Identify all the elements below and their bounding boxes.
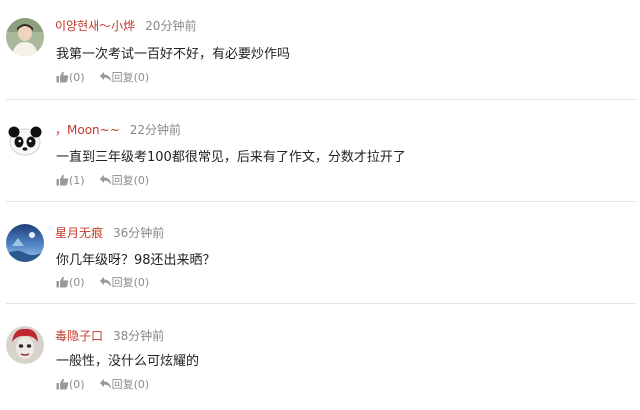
reply-arrow-icon bbox=[99, 379, 111, 389]
timestamp: 22分钟前 bbox=[129, 123, 182, 137]
reply-button[interactable]: 回复(0) bbox=[99, 70, 150, 86]
reply-count: (0) bbox=[133, 378, 150, 391]
comment-text: 你几年级呀？98还出来晒？ bbox=[56, 253, 216, 268]
reply-count: (0) bbox=[133, 71, 150, 84]
reply-arrow-icon bbox=[99, 277, 111, 287]
comment-text: 一直到三年级考100都很常见，后来有了作文，分数才拉开了 bbox=[56, 150, 406, 165]
comment-actions: (0) 回复(0) bbox=[56, 70, 149, 86]
comment-item: 이양현새～小烨 20分钟前 我第一次考试一百好不好，有必要炒作吗 (0) 回复(0… bbox=[0, 0, 640, 100]
reply-label: 回复 bbox=[111, 174, 134, 187]
thumbs-up-icon bbox=[56, 174, 69, 186]
reply-count: (0) bbox=[133, 276, 150, 289]
timestamp: 36分钟前 bbox=[113, 226, 165, 240]
like-count: (1) bbox=[69, 174, 85, 187]
reply-arrow-icon bbox=[99, 72, 111, 82]
username-link[interactable]: 星月无痕 bbox=[55, 226, 103, 240]
avatar[interactable] bbox=[6, 326, 44, 364]
comment-item: ，Moon~~ 22分钟前 一直到三年级考100都很常见，后来有了作文，分数才拉开… bbox=[0, 102, 640, 202]
username-link[interactable]: 이양현새～小烨 bbox=[55, 19, 135, 33]
blue-scenery-avatar-icon bbox=[6, 224, 44, 262]
comment-item: 星月无痕 36分钟前 你几年级呀？98还出来晒？ (0) 回复(0) bbox=[0, 204, 640, 304]
avatar[interactable] bbox=[6, 224, 44, 262]
reply-label: 回复 bbox=[111, 71, 134, 84]
comment-header: 星月无痕 36分钟前 bbox=[55, 223, 164, 241]
like-button[interactable]: (0) bbox=[56, 377, 85, 393]
divider bbox=[6, 303, 636, 304]
username-link[interactable]: 毒隐子口 bbox=[55, 329, 103, 343]
like-count: (0) bbox=[69, 378, 85, 391]
reply-button[interactable]: 回复(0) bbox=[99, 377, 150, 393]
comment-list: 이양현새～小烨 20分钟前 我第一次考试一百好不好，有必要炒作吗 (0) 回复(0… bbox=[0, 0, 640, 410]
thumbs-up-icon bbox=[56, 378, 69, 390]
like-button[interactable]: (1) bbox=[56, 173, 85, 189]
like-button[interactable]: (0) bbox=[56, 275, 85, 291]
reply-count: (0) bbox=[133, 174, 150, 187]
comment-text: 一般性，没什么可炫耀的 bbox=[56, 354, 200, 369]
comment-actions: (0) 回复(0) bbox=[56, 377, 149, 393]
red-hair-face-avatar-icon bbox=[6, 326, 44, 364]
reply-label: 回复 bbox=[111, 276, 134, 289]
comment-actions: (1) 回复(0) bbox=[56, 173, 149, 189]
reply-button[interactable]: 回复(0) bbox=[99, 275, 150, 291]
comment-header: 이양현새～小烨 20分钟前 bbox=[55, 16, 196, 34]
thumbs-up-icon bbox=[56, 71, 69, 83]
comment-header: ，Moon~~ 22分钟前 bbox=[55, 120, 181, 138]
timestamp: 38分钟前 bbox=[113, 329, 165, 343]
avatar[interactable] bbox=[6, 18, 44, 56]
panda-avatar-icon bbox=[6, 120, 44, 158]
reply-arrow-icon bbox=[99, 175, 111, 185]
divider bbox=[6, 99, 636, 100]
reply-button[interactable]: 回复(0) bbox=[99, 173, 150, 189]
like-count: (0) bbox=[69, 71, 85, 84]
thumbs-up-icon bbox=[56, 276, 69, 288]
avatar[interactable] bbox=[6, 120, 44, 158]
timestamp: 20分钟前 bbox=[145, 19, 197, 33]
divider bbox=[6, 201, 636, 202]
like-button[interactable]: (0) bbox=[56, 70, 85, 86]
comment-item: 毒隐子口 38分钟前 一般性，没什么可炫耀的 (0) 回复(0) bbox=[0, 306, 640, 406]
comment-text: 我第一次考试一百好不好，有必要炒作吗 bbox=[56, 47, 291, 62]
like-count: (0) bbox=[69, 276, 85, 289]
person-photo-avatar-icon bbox=[6, 18, 44, 56]
reply-label: 回复 bbox=[111, 378, 134, 391]
username-link[interactable]: ，Moon~~ bbox=[55, 123, 120, 137]
comment-actions: (0) 回复(0) bbox=[56, 275, 149, 291]
comment-header: 毒隐子口 38分钟前 bbox=[55, 326, 164, 344]
